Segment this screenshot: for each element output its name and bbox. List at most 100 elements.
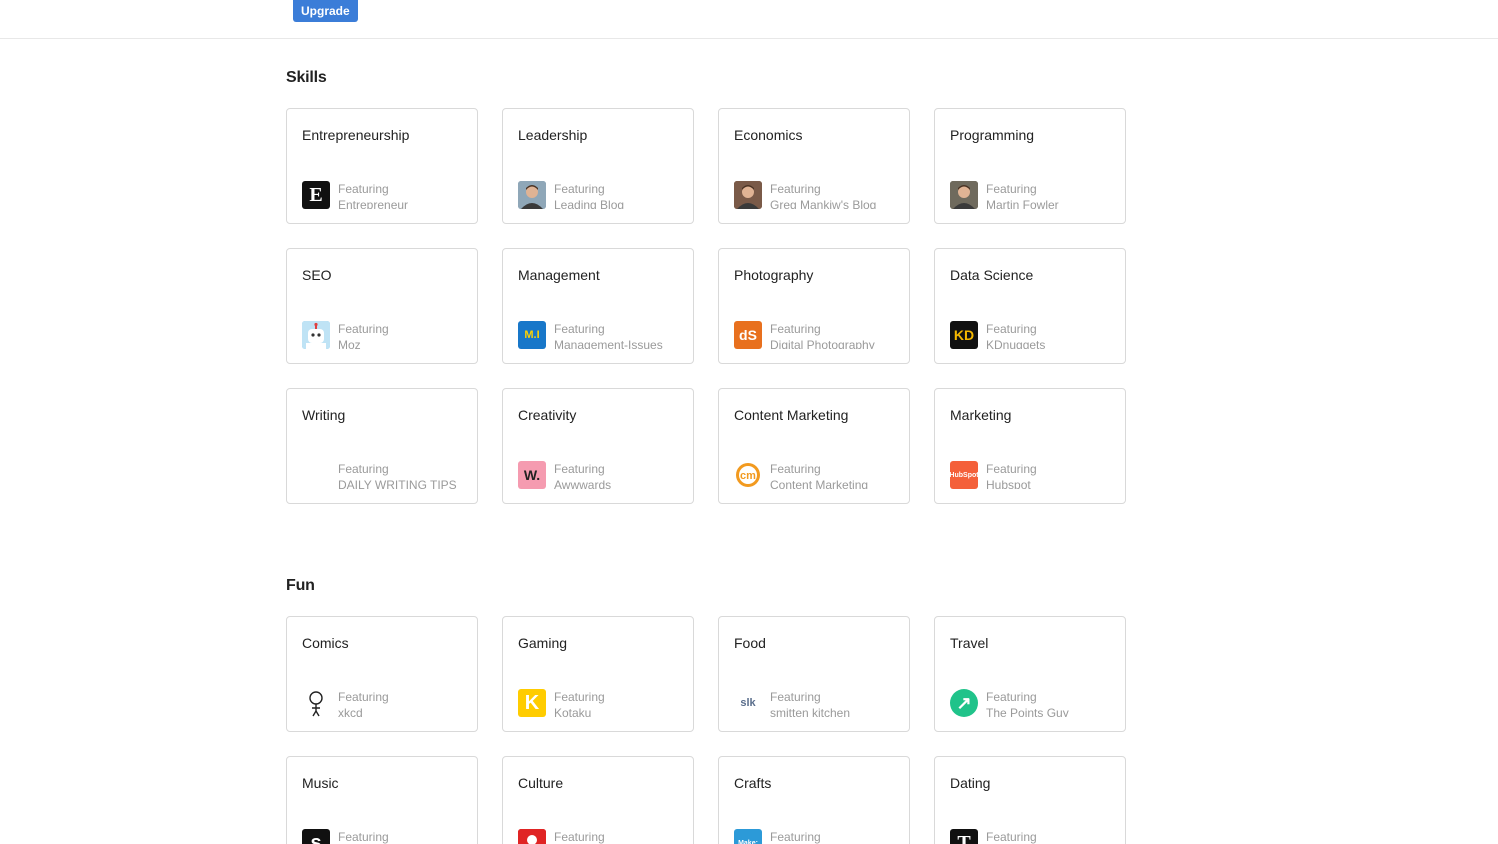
card-title: Music bbox=[302, 775, 339, 791]
featuring-label: Featuring bbox=[554, 830, 605, 844]
card-title: Entrepreneurship bbox=[302, 127, 410, 143]
category-card-leadership[interactable]: Leadership Featuring Leading Blog bbox=[502, 108, 694, 224]
category-card-gaming[interactable]: Gaming K Featuring Kotaku bbox=[502, 616, 694, 732]
featuring-label: Featuring bbox=[554, 322, 605, 336]
featured-source: HubSpot Featuring Hubspot bbox=[950, 461, 1037, 493]
card-title: Marketing bbox=[950, 407, 1012, 423]
category-card-data-science[interactable]: Data Science KD Featuring KDnuggets bbox=[934, 248, 1126, 364]
featuring-label: Featuring bbox=[338, 690, 389, 704]
card-title: Leadership bbox=[518, 127, 588, 143]
card-title: Programming bbox=[950, 127, 1035, 143]
featured-source: Featuring Moz bbox=[302, 321, 389, 353]
blank-logo-icon bbox=[302, 461, 330, 489]
kdnuggets-logo-icon: KD bbox=[950, 321, 978, 349]
card-grid: Comics Featuring xkcd Gaming K Featuring Kotak… bbox=[286, 616, 1146, 844]
featured-source: ↗ Featuring The Points Guy bbox=[950, 689, 1069, 721]
smitten-kitchen-logo-icon: slk bbox=[734, 689, 762, 717]
category-card-culture[interactable]: Culture Featuring bbox=[502, 756, 694, 844]
featured-text: Featuring Moz bbox=[338, 321, 389, 349]
category-card-music[interactable]: Music s Featuring bbox=[286, 756, 478, 844]
featured-source: Make: Featuring bbox=[734, 829, 821, 844]
featured-source: E Featuring Entrepreneur bbox=[302, 181, 408, 213]
source-name: Leading Blog bbox=[554, 198, 625, 209]
card-title: SEO bbox=[302, 267, 332, 283]
card-title: Travel bbox=[950, 635, 989, 651]
category-card-writing[interactable]: Writing Featuring DAILY WRITING TIPS bbox=[286, 388, 478, 504]
category-card-comics[interactable]: Comics Featuring xkcd bbox=[286, 616, 478, 732]
source-name: The Points Guy bbox=[986, 706, 1069, 717]
featured-text: Featuring DAILY WRITING TIPS bbox=[338, 461, 457, 489]
card-title: Writing bbox=[302, 407, 346, 423]
featured-source: Featuring Greg Mankiw's Blog bbox=[734, 181, 876, 213]
featured-text: Featuring smitten kitchen bbox=[770, 689, 850, 717]
svg-text:cm: cm bbox=[740, 470, 756, 482]
category-card-management[interactable]: Management M.I Featuring Management-Issues bbox=[502, 248, 694, 364]
source-name: smitten kitchen bbox=[770, 706, 851, 717]
category-card-dating[interactable]: Dating T Featuring bbox=[934, 756, 1126, 844]
top-bar: Upgrade bbox=[0, 0, 1498, 39]
featured-text: Featuring Entrepreneur bbox=[338, 181, 408, 209]
featured-text: Featuring bbox=[770, 829, 821, 844]
featured-text: Featuring bbox=[554, 829, 605, 844]
hubspot-logo-icon: HubSpot bbox=[950, 461, 978, 489]
featured-source: slk Featuring smitten kitchen bbox=[734, 689, 850, 721]
cmi-logo-icon: cm bbox=[734, 461, 762, 489]
card-title: Gaming bbox=[518, 635, 568, 651]
featuring-label: Featuring bbox=[554, 462, 605, 476]
category-card-programming[interactable]: Programming Featuring Martin Fowler bbox=[934, 108, 1126, 224]
featured-source: KD Featuring KDnuggets bbox=[950, 321, 1045, 353]
dps-logo-icon: dS bbox=[734, 321, 762, 349]
featuring-label: Featuring bbox=[554, 182, 605, 196]
featured-text: Featuring bbox=[338, 829, 389, 844]
card-grid: Entrepreneurship E Featuring Entrepreneur Le… bbox=[286, 108, 1146, 504]
featured-source: cm Featuring Content Marketing bbox=[734, 461, 868, 493]
card-title: Comics bbox=[302, 635, 349, 651]
featured-text: Featuring KDnuggets bbox=[986, 321, 1045, 349]
source-name: Martin Fowler bbox=[986, 198, 1059, 209]
card-title: Economics bbox=[734, 127, 803, 143]
featured-source: Featuring xkcd bbox=[302, 689, 389, 721]
source-name: Content Marketing bbox=[770, 478, 869, 489]
category-card-entrepreneurship[interactable]: Entrepreneurship E Featuring Entrepreneur bbox=[286, 108, 478, 224]
featured-text: Featuring Management-Issues bbox=[554, 321, 663, 349]
category-card-creativity[interactable]: Creativity W. Featuring Awwwards bbox=[502, 388, 694, 504]
source-name: DAILY WRITING TIPS bbox=[338, 478, 457, 489]
featured-source: Featuring Leading Blog bbox=[518, 181, 624, 213]
category-card-content-marketing[interactable]: Content Marketing cm Featuring Content Mark… bbox=[718, 388, 910, 504]
featuring-label: Featuring bbox=[770, 690, 821, 704]
category-card-photography[interactable]: Photography dS Featuring Digital Photograph… bbox=[718, 248, 910, 364]
section-title: Fun bbox=[286, 577, 315, 594]
featured-text: Featuring Digital Photography bbox=[770, 321, 875, 349]
featuring-label: Featuring bbox=[338, 322, 389, 336]
section-title: Skills bbox=[286, 69, 327, 86]
person-photo-icon bbox=[950, 181, 978, 209]
category-card-crafts[interactable]: Crafts Make: Featuring bbox=[718, 756, 910, 844]
featuring-label: Featuring bbox=[338, 182, 389, 196]
category-card-food[interactable]: Food slk Featuring smitten kitchen bbox=[718, 616, 910, 732]
featuring-label: Featuring bbox=[338, 462, 389, 476]
category-card-marketing[interactable]: Marketing HubSpot Featuring Hubspot bbox=[934, 388, 1126, 504]
kotaku-logo-icon: K bbox=[518, 689, 546, 717]
category-card-travel[interactable]: Travel ↗ Featuring The Points Guy bbox=[934, 616, 1126, 732]
awwwards-logo-icon: W. bbox=[518, 461, 546, 489]
management-issues-logo-icon: M.I bbox=[518, 321, 546, 349]
featured-text: Featuring Kotaku bbox=[554, 689, 605, 717]
featuring-label: Featuring bbox=[986, 462, 1037, 476]
featured-source: M.I Featuring Management-Issues bbox=[518, 321, 663, 353]
featured-source: s Featuring bbox=[302, 829, 389, 844]
featured-source: Featuring DAILY WRITING TIPS bbox=[302, 461, 457, 493]
featured-text: Featuring Content Marketing bbox=[770, 461, 868, 489]
source-name: Entrepreneur bbox=[338, 198, 409, 209]
source-name: Moz bbox=[338, 338, 361, 349]
featured-text: Featuring Greg Mankiw's Blog bbox=[770, 181, 876, 209]
card-title: Content Marketing bbox=[734, 407, 849, 423]
featured-source: W. Featuring Awwwards bbox=[518, 461, 611, 493]
upgrade-button[interactable]: Upgrade bbox=[293, 0, 358, 22]
card-title: Creativity bbox=[518, 407, 577, 423]
category-card-seo[interactable]: SEO Featuring Moz bbox=[286, 248, 478, 364]
music-logo-icon: s bbox=[302, 829, 330, 844]
source-name: Hubspot bbox=[986, 478, 1031, 489]
source-name: Kotaku bbox=[554, 706, 592, 717]
featured-text: Featuring bbox=[986, 829, 1037, 844]
category-card-economics[interactable]: Economics Featuring Greg Mankiw's Blog bbox=[718, 108, 910, 224]
